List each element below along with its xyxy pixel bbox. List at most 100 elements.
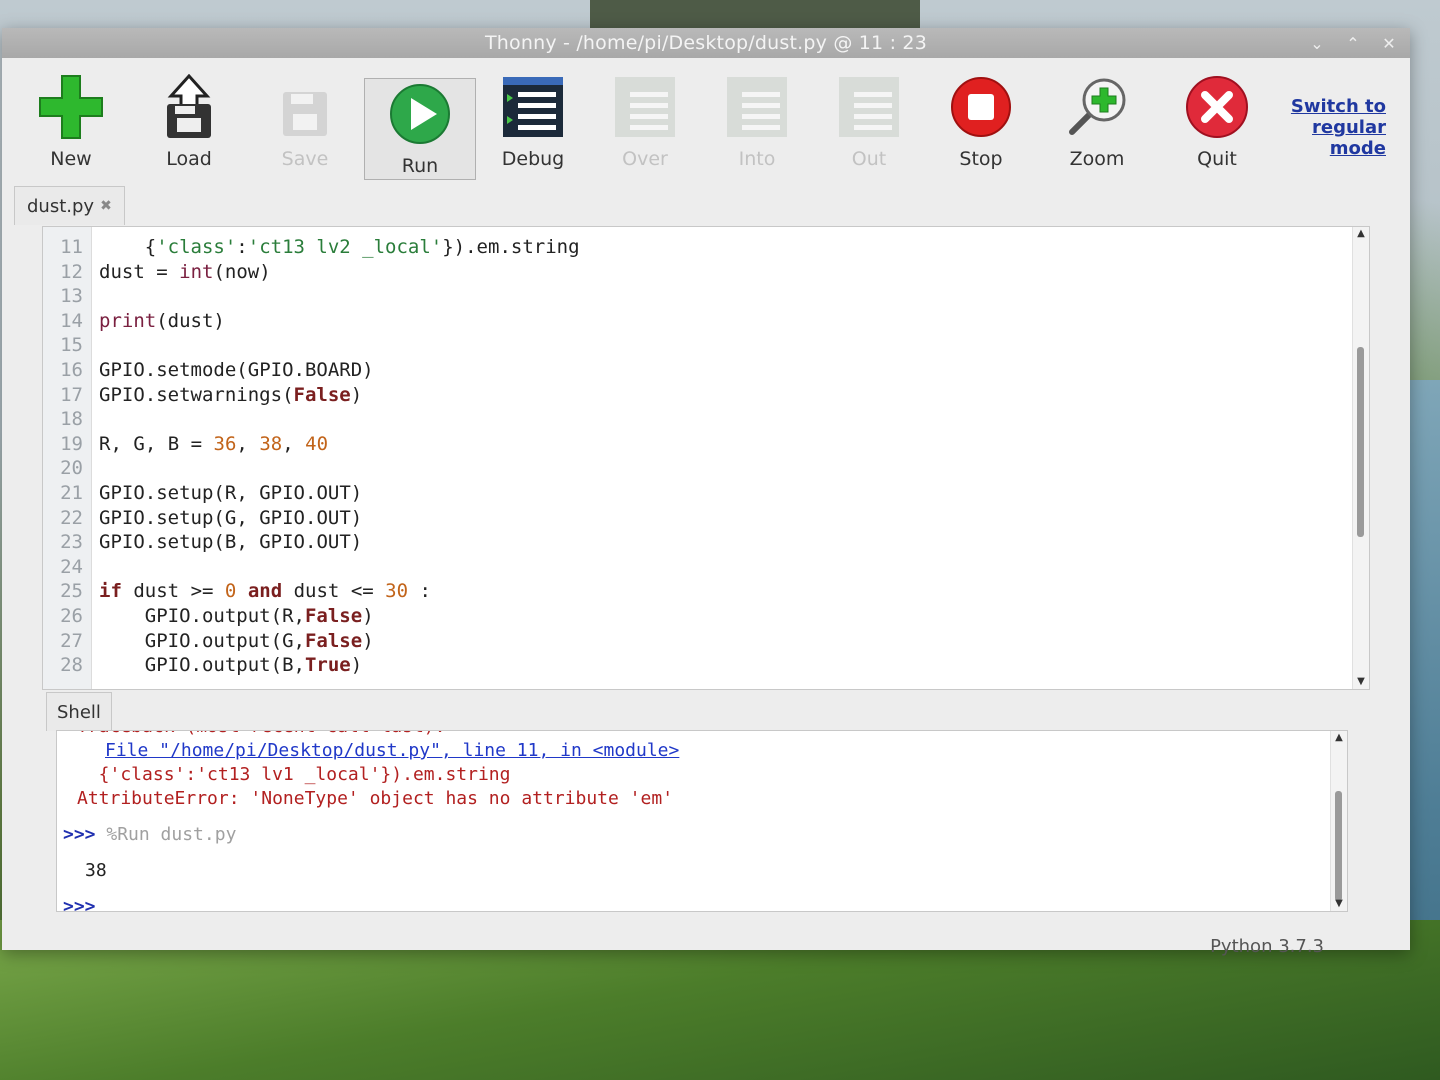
line-number: 25 xyxy=(60,580,83,603)
code-line[interactable]: 26 GPIO.output(R,False) xyxy=(43,604,1343,628)
shell-scroll-up-icon[interactable]: ▲ xyxy=(1331,731,1347,745)
line-number: 12 xyxy=(60,260,83,283)
debug-label: Debug xyxy=(501,148,565,170)
code-line[interactable]: 24 xyxy=(43,555,1343,579)
code-text[interactable]: GPIO.setup(R, GPIO.OUT) xyxy=(99,481,362,505)
shell-scrollbar[interactable]: ▲ ▼ xyxy=(1330,731,1347,911)
line-number: 13 xyxy=(60,285,83,308)
zoom-icon xyxy=(1062,72,1132,142)
code-text[interactable]: dust = int(now) xyxy=(99,260,271,284)
save-icon xyxy=(270,72,340,142)
new-button[interactable]: New xyxy=(16,72,126,178)
code-line[interactable]: 11 {'class':'ct13 lv2 _local'}).em.strin… xyxy=(43,235,1343,259)
line-number: 18 xyxy=(60,408,83,431)
code-text[interactable]: GPIO.output(R,False) xyxy=(99,604,374,628)
code-line[interactable]: 22 GPIO.setup(G, GPIO.OUT) xyxy=(43,506,1343,530)
code-line[interactable]: 21 GPIO.setup(R, GPIO.OUT) xyxy=(43,481,1343,505)
step-out-icon xyxy=(834,72,904,142)
code-line[interactable]: 25 if dust >= 0 and dust <= 30 : xyxy=(43,579,1343,603)
stop-button[interactable]: Stop xyxy=(926,72,1036,178)
code-line[interactable]: 23 GPIO.setup(B, GPIO.OUT) xyxy=(43,530,1343,554)
editor-scroll-thumb[interactable] xyxy=(1357,347,1364,537)
close-icon[interactable]: ✕ xyxy=(1378,34,1400,53)
shell-prompt: >>> xyxy=(63,896,107,912)
code-text[interactable]: GPIO.setmode(GPIO.BOARD) xyxy=(99,358,374,382)
line-number: 23 xyxy=(60,531,83,554)
step-into-label: Into xyxy=(738,148,776,170)
switch-mode-line-1: Switch to xyxy=(1290,96,1386,117)
new-label: New xyxy=(50,148,92,170)
code-line[interactable]: 15 xyxy=(43,333,1343,357)
code-line[interactable]: 13 xyxy=(43,284,1343,308)
line-number: 15 xyxy=(60,334,83,357)
line-number: 24 xyxy=(60,555,83,578)
shell-tab[interactable]: Shell xyxy=(46,692,112,731)
quit-button[interactable]: Quit xyxy=(1162,72,1272,178)
plus-icon xyxy=(36,72,106,142)
code-area[interactable]: 11 {'class':'ct13 lv2 _local'}).em.strin… xyxy=(43,227,1369,689)
shell-line: 38 xyxy=(85,860,107,881)
editor-tab-dust-py[interactable]: dust.py ✖ xyxy=(14,186,125,225)
code-text[interactable]: if dust >= 0 and dust <= 30 : xyxy=(99,579,431,603)
code-text[interactable]: print(dust) xyxy=(99,309,225,333)
window-title: Thonny - /home/pi/Desktop/dust.py @ 11 :… xyxy=(484,32,927,54)
debug-button[interactable]: Debug xyxy=(478,72,588,178)
minimize-icon[interactable]: ⌄ xyxy=(1306,34,1328,53)
stop-icon xyxy=(946,72,1016,142)
editor-tab-label: dust.py xyxy=(27,195,95,217)
switch-mode-link[interactable]: Switch to regular mode xyxy=(1286,96,1386,159)
code-line[interactable]: 20 xyxy=(43,456,1343,480)
title-bar[interactable]: Thonny - /home/pi/Desktop/dust.py @ 11 :… xyxy=(2,28,1410,58)
tab-close-icon[interactable]: ✖ xyxy=(100,198,112,214)
code-text[interactable]: GPIO.setup(B, GPIO.OUT) xyxy=(99,530,362,554)
line-number: 16 xyxy=(60,359,83,381)
code-text[interactable]: GPIO.output(G,False) xyxy=(99,629,374,653)
code-text[interactable]: GPIO.setwarnings(False) xyxy=(99,383,362,407)
step-over-label: Over xyxy=(622,148,668,170)
step-into-button[interactable]: Into xyxy=(702,72,812,178)
switch-mode-line-2: regular xyxy=(1312,117,1386,138)
shell-command: %Run dust.py xyxy=(106,824,237,845)
step-out-button[interactable]: Out xyxy=(814,72,924,178)
shell-scroll-thumb[interactable] xyxy=(1335,791,1342,901)
line-number: 26 xyxy=(60,605,83,627)
step-over-button[interactable]: Over xyxy=(590,72,700,178)
code-line[interactable]: 28 GPIO.output(B,True) xyxy=(43,653,1343,677)
code-line[interactable]: 14 print(dust) xyxy=(43,309,1343,333)
shell-line[interactable]: File "/home/pi/Desktop/dust.py", line 11… xyxy=(105,739,679,763)
run-button[interactable]: Run xyxy=(364,78,476,180)
python-version-status[interactable]: Python 3.7.3 xyxy=(1210,936,1324,957)
line-number: 27 xyxy=(60,629,83,652)
run-label: Run xyxy=(401,155,439,177)
shell-scroll-down-icon[interactable]: ▼ xyxy=(1331,897,1347,911)
code-text[interactable]: GPIO.setup(G, GPIO.OUT) xyxy=(99,506,362,530)
code-line[interactable]: 27 GPIO.output(G,False) xyxy=(43,629,1343,653)
code-editor[interactable]: 11 {'class':'ct13 lv2 _local'}).em.strin… xyxy=(42,226,1370,690)
code-text[interactable]: R, G, B = 36, 38, 40 xyxy=(99,432,328,456)
desktop-background-rock xyxy=(590,0,920,30)
code-text[interactable]: GPIO.output(B,True) xyxy=(99,653,362,677)
code-line[interactable]: 17 GPIO.setwarnings(False) xyxy=(43,383,1343,407)
code-text[interactable]: {'class':'ct13 lv2 _local'}).em.string xyxy=(99,235,580,259)
load-label: Load xyxy=(166,148,212,170)
code-line[interactable]: 16 GPIO.setmode(GPIO.BOARD) xyxy=(43,358,1343,382)
code-line[interactable]: 18 xyxy=(43,407,1343,431)
code-line[interactable]: 19 R, G, B = 36, 38, 40 xyxy=(43,432,1343,456)
step-out-label: Out xyxy=(851,148,887,170)
scroll-up-icon[interactable]: ▲ xyxy=(1353,227,1369,241)
scroll-down-icon[interactable]: ▼ xyxy=(1353,675,1369,689)
thonny-window: Thonny - /home/pi/Desktop/dust.py @ 11 :… xyxy=(2,28,1410,957)
shell-panel[interactable]: Traceback (most recent call last):File "… xyxy=(56,730,1348,912)
load-button[interactable]: Load xyxy=(134,72,244,178)
quit-label: Quit xyxy=(1197,148,1237,170)
maximize-icon[interactable]: ⌃ xyxy=(1342,34,1364,53)
zoom-button[interactable]: Zoom xyxy=(1042,72,1152,178)
save-button[interactable]: Save xyxy=(250,72,360,178)
save-label: Save xyxy=(281,148,329,170)
line-number: 21 xyxy=(60,482,83,504)
shell-line: >>> %Run dust.py xyxy=(63,823,236,847)
stop-label: Stop xyxy=(959,148,1003,170)
editor-scrollbar[interactable]: ▲ ▼ xyxy=(1352,227,1369,689)
shell-line: >>> xyxy=(63,895,107,912)
code-line[interactable]: 12 dust = int(now) xyxy=(43,260,1343,284)
